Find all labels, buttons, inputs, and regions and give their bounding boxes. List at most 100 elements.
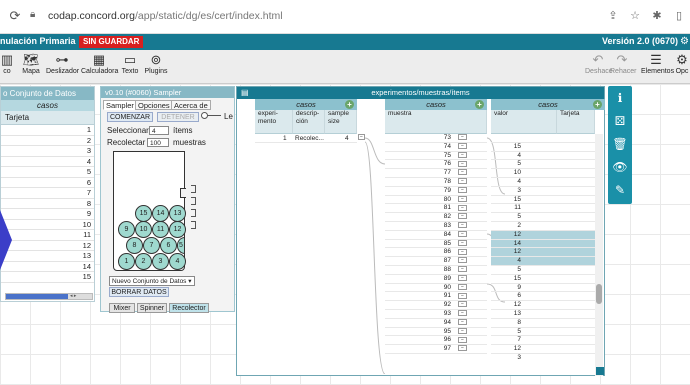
table-row[interactable]: 15 [491, 187, 595, 203]
speed-slider[interactable] [201, 112, 221, 119]
ball[interactable]: 15 [135, 205, 152, 222]
table-row[interactable]: 96− [385, 336, 487, 346]
collapse-icon[interactable]: − [458, 292, 467, 299]
table-row[interactable]: 7 [1, 188, 94, 199]
collapse-icon[interactable]: − [458, 204, 467, 211]
table-row[interactable]: 94− [385, 319, 487, 328]
elements-tool[interactable]: ☰ Elementos [641, 52, 674, 75]
left-column-header[interactable]: Tarjeta [1, 111, 94, 125]
table-row[interactable]: 84− [385, 231, 487, 240]
column-sample-size[interactable]: sample size [325, 110, 357, 134]
collapse-icon[interactable]: − [458, 213, 467, 220]
table-row[interactable]: 86− [385, 248, 487, 258]
tab-options[interactable]: Opciones [135, 100, 173, 110]
eye-icon[interactable]: 👁︎ [608, 157, 632, 177]
collapse-icon[interactable]: − [458, 134, 467, 141]
collapse-icon[interactable]: − [458, 160, 467, 167]
table-row[interactable]: 5 [491, 257, 595, 273]
ball[interactable]: 4 [169, 253, 186, 270]
table-row[interactable]: 83− [385, 222, 487, 231]
collapse-icon[interactable]: − [458, 257, 467, 264]
collapse-icon[interactable]: − [458, 327, 467, 334]
trash-icon[interactable]: 🗑︎ [608, 134, 632, 154]
ball[interactable]: 7 [143, 237, 160, 254]
add-attribute-icon[interactable]: + [345, 100, 354, 109]
ball[interactable]: 11 [152, 221, 169, 238]
start-button[interactable]: COMENZAR [107, 112, 153, 122]
table-row[interactable]: 13 [491, 301, 595, 317]
experiments-case-table[interactable]: experimentos/muestras/ítems ▤ casos + ex… [236, 86, 605, 376]
collapse-icon[interactable]: − [458, 283, 467, 290]
ball[interactable]: 5 [177, 237, 185, 254]
table-row[interactable]: 88− [385, 266, 487, 275]
collapse-icon[interactable]: − [458, 222, 467, 229]
experiments-table-title[interactable]: experimentos/muestras/ítems [237, 87, 604, 99]
sidebar-icon[interactable]: ▯ [672, 9, 686, 23]
stop-button[interactable]: DETENER [157, 112, 199, 122]
collapse-icon[interactable]: − [458, 248, 467, 255]
collapse-icon[interactable]: − [458, 231, 467, 238]
dice-icon[interactable]: ⚄ [608, 111, 632, 131]
table-row[interactable]: 82− [385, 213, 487, 222]
calculator-tool[interactable]: ▦ Calculadora [81, 52, 118, 75]
table-row[interactable]: 4 [491, 169, 595, 185]
collapse-icon[interactable]: − [358, 134, 365, 140]
ball[interactable]: 8 [126, 237, 143, 254]
table-row[interactable]: 9 [491, 275, 595, 291]
spinner-tab[interactable]: Spinner [137, 303, 167, 313]
collapse-icon[interactable]: − [458, 187, 467, 194]
add-attribute-icon[interactable]: + [593, 100, 602, 109]
tab-about[interactable]: Acerca de [171, 100, 211, 110]
table-row[interactable]: 12 [491, 222, 595, 238]
table-row[interactable]: 76− [385, 160, 487, 170]
collapse-icon[interactable]: − [458, 178, 467, 185]
column-experimento[interactable]: experi- mento [255, 110, 293, 134]
table-row[interactable]: 87− [385, 257, 487, 266]
table-row[interactable]: 15 [491, 134, 595, 150]
table-row[interactable]: 4 [491, 248, 595, 264]
slider-tool[interactable]: ⊶ Deslizador [46, 52, 79, 75]
table-row[interactable]: 10 [1, 220, 94, 230]
table-row[interactable]: 75− [385, 152, 487, 161]
table-row[interactable]: 3 [491, 345, 595, 361]
table-row[interactable]: 3 [491, 178, 595, 194]
collapse-icon[interactable]: − [458, 319, 467, 326]
speed-slider-thumb[interactable] [201, 112, 208, 119]
ball[interactable]: 3 [152, 253, 169, 270]
left-table-title[interactable]: o Conjunto de Datos [1, 87, 94, 100]
collapse-icon[interactable]: − [458, 195, 467, 202]
collapse-icon[interactable]: − [458, 143, 467, 150]
experiment-row[interactable]: 1 Recolec... 4 [255, 134, 357, 143]
table-row[interactable]: 12 [491, 239, 595, 255]
collapse-icon[interactable]: − [458, 151, 467, 158]
table-row[interactable]: 8 [1, 199, 94, 209]
ball[interactable]: 2 [135, 253, 152, 270]
column-descripcion[interactable]: descrip- ción [293, 110, 325, 134]
table-row[interactable]: 97− [385, 345, 487, 354]
table-row[interactable]: 15 [491, 266, 595, 282]
table-row[interactable]: 81− [385, 204, 487, 214]
table-row[interactable]: 12 [491, 292, 595, 308]
settings-icon[interactable]: ⚙ [680, 36, 690, 48]
table-row[interactable]: 9 [1, 209, 94, 220]
sampler-plugin[interactable]: v0.10 (#0060) Sampler Sampler Opciones A… [100, 86, 235, 313]
collapse-icon[interactable]: − [458, 266, 467, 273]
select-count-input[interactable]: 4 [149, 126, 169, 135]
ball[interactable]: 9 [118, 221, 135, 238]
table-row[interactable]: 74− [385, 143, 487, 152]
reload-icon[interactable]: ⟳ [6, 7, 24, 25]
table-row[interactable]: 13 [1, 251, 94, 262]
table-row[interactable]: 1 [1, 125, 94, 136]
ball[interactable]: 6 [160, 237, 177, 254]
collect-count-input[interactable]: 100 [147, 138, 169, 147]
table-row[interactable]: 12 [491, 336, 595, 352]
scrollbar-thumb[interactable] [596, 284, 602, 304]
resize-handle-icon[interactable] [596, 367, 604, 375]
ball[interactable]: 12 [169, 221, 186, 238]
table-row[interactable]: 79− [385, 187, 487, 196]
left-case-table[interactable]: o Conjunto de Datos casos Tarjeta 123456… [0, 86, 95, 302]
collapse-icon[interactable]: − [458, 239, 467, 246]
table-row[interactable]: 5 [491, 152, 595, 167]
options-tool[interactable]: ⚙ Opc [674, 52, 690, 75]
table-row[interactable]: 73− [385, 134, 487, 143]
